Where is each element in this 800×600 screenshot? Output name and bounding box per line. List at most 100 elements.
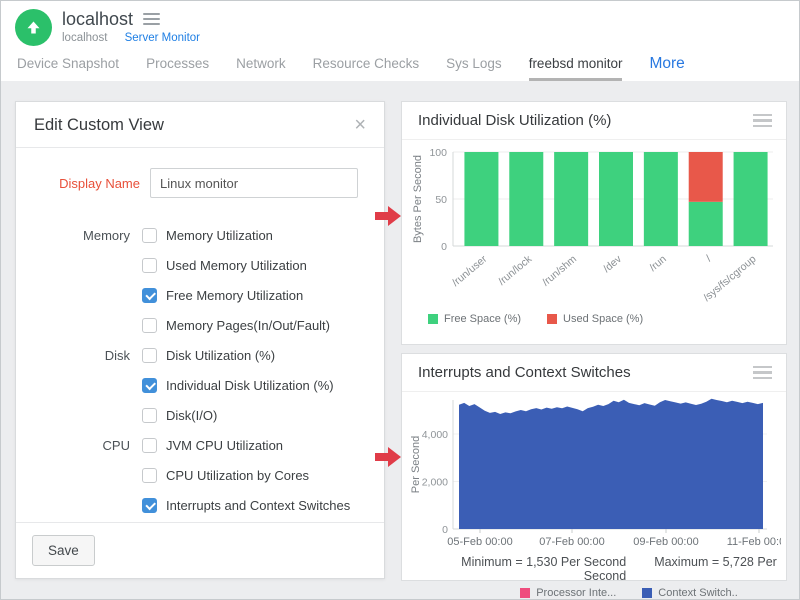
monitor-head: localhost localhost Server Monitor <box>1 1 799 46</box>
legend-item-processor-inte[interactable]: Processor Inte... <box>520 587 616 599</box>
disk-card-header: Individual Disk Utilization (%) <box>402 102 786 140</box>
checkbox-free-memory-utilization[interactable] <box>142 288 157 303</box>
bar-free-run-lock <box>509 152 543 246</box>
bar-free-run <box>644 152 678 246</box>
checkbox-used-memory-utilization[interactable] <box>142 258 157 273</box>
svg-text:0: 0 <box>441 241 447 253</box>
tab-sys-logs[interactable]: Sys Logs <box>446 51 502 81</box>
svg-text:/dev: /dev <box>601 253 624 275</box>
checkbox-disk-utilization[interactable] <box>142 348 157 363</box>
app-header: localhost localhost Server Monitor Devic… <box>1 1 799 81</box>
svg-text:07-Feb 00:00: 07-Feb 00:00 <box>539 536 604 548</box>
dialog-body: Display Name Memory Memory Utilization Use… <box>16 148 384 520</box>
svg-text:09-Feb 00:00: 09-Feb 00:00 <box>633 536 698 548</box>
legend-label: Processor Inte... <box>536 587 616 599</box>
checkbox-individual-disk-utilization[interactable] <box>142 378 157 393</box>
interrupts-chart-menu-icon[interactable] <box>753 363 772 383</box>
interrupts-area-chart: 0 2,000 4,000Per Second 05-Feb 00:00 07-Feb … <box>407 394 781 550</box>
checkbox-disk-i-o[interactable] <box>142 408 157 423</box>
breadcrumb-monitor-link[interactable]: Server Monitor <box>125 32 200 44</box>
metric-option-row: Memory Pages(In/Out/Fault) <box>16 310 370 340</box>
legend-label: Free Space (%) <box>444 313 521 325</box>
legend-swatch <box>428 314 438 324</box>
disk-chart-menu-icon[interactable] <box>753 111 772 131</box>
svg-text:Bytes Per Second: Bytes Per Second <box>412 155 424 243</box>
page-title: localhost <box>62 9 133 29</box>
checkbox-interrupts-and-context-switches[interactable] <box>142 498 157 513</box>
checkbox-memory-pages-in-out-fault[interactable] <box>142 318 157 333</box>
option-label: JVM CPU Utilization <box>166 438 283 453</box>
bar-free-run-user <box>464 152 498 246</box>
group-label-disk: Disk <box>16 348 130 363</box>
annotation-arrow-disk <box>375 206 401 226</box>
checkbox-memory-utilization[interactable] <box>142 228 157 243</box>
legend-item-free-space[interactable]: Free Space (%) <box>428 313 521 325</box>
svg-text:/run: /run <box>647 253 669 274</box>
option-label: Interrupts and Context Switches <box>166 498 350 513</box>
svg-text:Per Second: Per Second <box>410 436 422 493</box>
metric-option-row: Individual Disk Utilization (%) <box>16 370 370 400</box>
tab-device-snapshot[interactable]: Device Snapshot <box>17 51 119 81</box>
legend-label: Context Switch.. <box>658 587 737 599</box>
display-name-label: Display Name <box>16 176 140 191</box>
checkbox-cpu-utilization-by-cores[interactable] <box>142 468 157 483</box>
tab-processes[interactable]: Processes <box>146 51 209 81</box>
interrupts-card-header: Interrupts and Context Switches <box>402 354 786 392</box>
group-label-cpu: CPU <box>16 438 130 453</box>
bar-free-sys-fs-cgroup <box>734 152 768 246</box>
metric-option-row: Disk Disk Utilization (%) <box>16 340 370 370</box>
option-label: Disk(I/O) <box>166 408 217 423</box>
svg-text:2,000: 2,000 <box>422 477 448 489</box>
breadcrumb-hostname: localhost <box>62 32 107 44</box>
checkbox-jvm-cpu-utilization[interactable] <box>142 438 157 453</box>
option-label: Memory Utilization <box>166 228 273 243</box>
header-menu-icon[interactable] <box>143 10 160 28</box>
group-label-memory: Memory <box>16 228 130 243</box>
legend-item-context-switch[interactable]: Context Switch.. <box>642 587 737 599</box>
metric-option-row: Interrupts and Context Switches <box>16 490 370 520</box>
disk-chart-title: Individual Disk Utilization (%) <box>418 112 611 129</box>
disk-bar-chart: 050100Bytes Per Second/run/user/run/lock… <box>407 142 781 304</box>
svg-text:/: / <box>704 253 714 264</box>
context-switches-area <box>459 399 763 529</box>
tab-more[interactable]: More <box>649 51 684 81</box>
monitor-status-icon <box>15 9 52 46</box>
svg-text:50: 50 <box>435 194 447 206</box>
display-name-input[interactable] <box>150 168 358 198</box>
svg-text:0: 0 <box>442 524 448 536</box>
disk-chart-legend: Free Space (%) Used Space (%) <box>428 313 786 325</box>
app-window: localhost localhost Server Monitor Devic… <box>0 0 800 600</box>
disk-utilization-card: Individual Disk Utilization (%) 050100By… <box>401 101 787 345</box>
breadcrumb: localhost Server Monitor <box>62 32 200 44</box>
dialog-header: Edit Custom View × <box>16 102 384 148</box>
bar-free- <box>689 202 723 246</box>
annotation-arrow-interrupts <box>375 447 401 467</box>
legend-item-used-space[interactable]: Used Space (%) <box>547 313 643 325</box>
metric-option-row: CPU JVM CPU Utilization <box>16 430 370 460</box>
option-label: Individual Disk Utilization (%) <box>166 378 334 393</box>
svg-text:/run/lock: /run/lock <box>496 253 535 288</box>
save-button[interactable]: Save <box>32 535 95 566</box>
metric-option-row: CPU Utilization by Cores <box>16 460 370 490</box>
interrupts-card: Interrupts and Context Switches 0 2,000 4,… <box>401 353 787 581</box>
legend-swatch <box>547 314 557 324</box>
tab-freebsd-monitor[interactable]: freebsd monitor <box>529 51 623 81</box>
content-area: Edit Custom View × Display Name MemoryMe… <box>1 81 799 599</box>
option-label: Used Memory Utilization <box>166 258 307 273</box>
dialog-title: Edit Custom View <box>34 102 164 148</box>
metric-option-row: Memory Memory Utilization <box>16 220 370 250</box>
interrupts-chart-legend: Processor Inte... Context Switch.. <box>402 587 786 599</box>
legend-swatch <box>642 588 652 598</box>
bar-used- <box>689 152 723 202</box>
svg-text:4,000: 4,000 <box>422 429 448 441</box>
option-label: Free Memory Utilization <box>166 288 303 303</box>
tab-network[interactable]: Network <box>236 51 286 81</box>
tab-resource-checks[interactable]: Resource Checks <box>313 51 420 81</box>
close-icon[interactable]: × <box>354 115 366 135</box>
dialog-footer: Save <box>16 522 384 578</box>
svg-text:11-Feb 00:00: 11-Feb 00:00 <box>727 536 781 548</box>
option-label: Disk Utilization (%) <box>166 348 275 363</box>
up-arrow-icon <box>26 20 41 35</box>
header-text-block: localhost localhost Server Monitor <box>62 9 200 44</box>
svg-text:05-Feb 00:00: 05-Feb 00:00 <box>447 536 512 548</box>
